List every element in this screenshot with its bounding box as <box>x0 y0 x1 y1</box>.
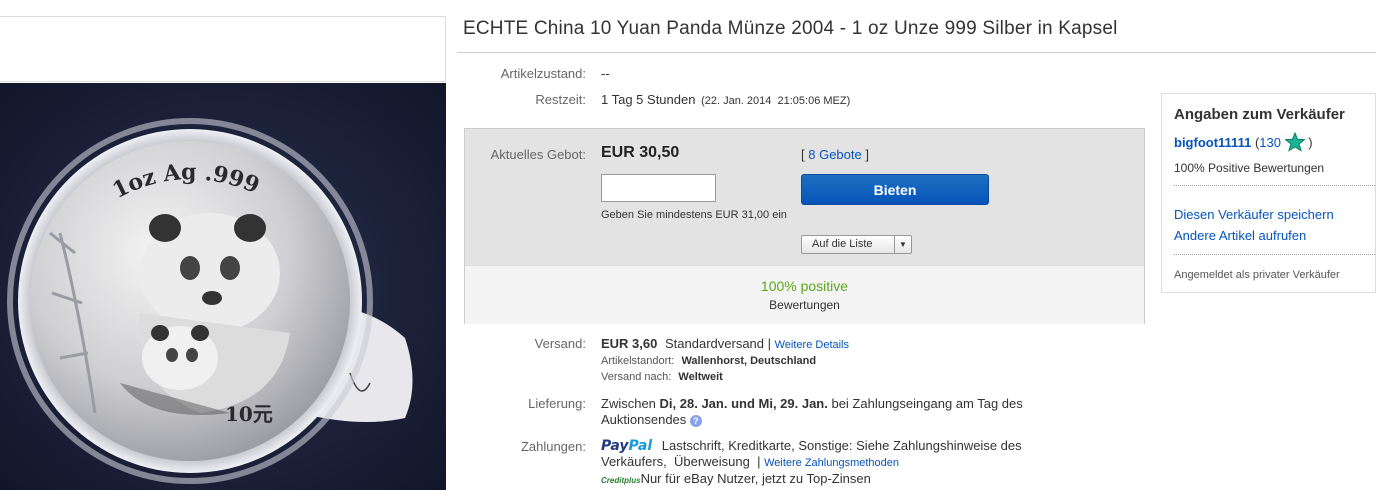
save-seller-link[interactable]: Diesen Verkäufer speichern <box>1174 207 1334 222</box>
other-items-link[interactable]: Andere Artikel aufrufen <box>1174 228 1306 243</box>
listing-title: ECHTE China 10 Yuan Panda Münze 2004 - 1… <box>463 18 1118 39</box>
delivery-line2: Auktionsendes <box>601 412 687 427</box>
condition-label: Artikelzustand: <box>500 66 586 81</box>
divider <box>1174 254 1376 255</box>
shipping-method: Standardversand | <box>665 336 771 351</box>
time-left-text: 1 Tag 5 Stunden <box>601 92 696 107</box>
shipping-details-link[interactable]: Weitere Details <box>775 339 849 351</box>
item-location: Artikelstandort: Wallenhorst, Deutschlan… <box>601 355 816 367</box>
seller-identity: bigfoot11111 (130 ) <box>1174 131 1313 155</box>
seller-feedback: 100% Positive Bewertungen <box>1174 161 1325 175</box>
bid-box: Aktuelles Gebot: EUR 30,50 [ 8 Gebote ] … <box>464 128 1145 324</box>
shipping-line: EUR 3,60 Standardversand | Weitere Detai… <box>601 336 849 351</box>
seller-name-link[interactable]: bigfoot11111 <box>1174 135 1251 150</box>
seller-panel: Angaben zum Verkäufer bigfoot11111 (130 … <box>1161 93 1376 293</box>
score-close: ) <box>1308 134 1313 150</box>
delivery-suffix: bei Zahlungseingang am Tag des <box>827 396 1023 411</box>
bids-count-link[interactable]: 8 Gebote <box>808 147 862 162</box>
watchlist-label: Auf die Liste <box>812 238 873 250</box>
thumbnail-strip <box>0 16 446 82</box>
delivery-label: Lieferung: <box>528 396 586 411</box>
more-payment-link[interactable]: Weitere Zahlungsmethoden <box>764 457 899 469</box>
chevron-down-icon[interactable]: ▼ <box>894 236 911 253</box>
location-label: Artikelstandort: <box>601 355 675 367</box>
time-left-value: 1 Tag 5 Stunden (22. Jan. 2014 21:05:06 … <box>601 92 850 107</box>
delivery-prefix: Zwischen <box>601 396 660 411</box>
end-time: (22. Jan. 2014 21:05:06 MEZ) <box>701 95 851 107</box>
payment-line2: Verkäufers, Überweisung | <box>601 454 761 469</box>
delivery-info: Zwischen Di, 28. Jan. und Mi, 29. Jan. b… <box>601 396 1081 428</box>
condition-value: -- <box>601 66 610 81</box>
ships-to-label: Versand nach: <box>601 371 672 383</box>
credit-text: Nur für eBay Nutzer, jetzt zu Top-Zinsen <box>640 471 871 486</box>
title-divider <box>457 52 1376 53</box>
shipping-price: EUR 3,60 <box>601 336 658 351</box>
ratings-label: Bewertungen <box>769 298 840 312</box>
divider <box>1174 185 1376 186</box>
bids-count: [ 8 Gebote ] <box>801 147 869 162</box>
paypal-logo: PayPal <box>601 438 653 454</box>
coin-value: 10元 <box>225 402 273 426</box>
feedback-score-link[interactable]: 130 <box>1259 135 1281 150</box>
seller-registration: Angemeldet als privater Verkäufer <box>1174 269 1340 281</box>
current-bid-label: Aktuelles Gebot: <box>490 147 586 162</box>
location-value: Wallenhorst, Deutschland <box>681 355 817 367</box>
feedback-summary: 100% positive Bewertungen <box>465 265 1144 324</box>
shipping-label: Versand: <box>534 336 586 351</box>
seller-heading: Angaben zum Verkäufer <box>1174 106 1345 123</box>
item-photo[interactable]: 1oz Ag .999 10元 <box>0 83 446 490</box>
bid-amount-input[interactable] <box>601 174 716 202</box>
bracket-open: [ <box>801 147 805 162</box>
watchlist-button[interactable]: Auf die Liste ▼ <box>801 235 912 254</box>
creditplus-logo: Creditplus <box>601 476 641 485</box>
min-bid-hint: Geben Sie mindestens EUR 31,00 ein <box>601 209 787 221</box>
positive-percent: 100% positive <box>760 278 849 294</box>
bracket-close: ] <box>865 147 869 162</box>
payment-methods: PayPal Lastschrift, Kreditkarte, Sonstig… <box>601 438 1081 489</box>
ships-to: Versand nach: Weltweit <box>601 371 723 383</box>
current-bid-value: EUR 30,50 <box>601 144 680 161</box>
time-left-label: Restzeit: <box>535 92 586 107</box>
info-icon[interactable]: ? <box>689 415 702 427</box>
star-icon <box>1283 131 1306 155</box>
payment-line1: Lastschrift, Kreditkarte, Sonstige: Sieh… <box>661 438 1022 453</box>
delivery-dates: Di, 28. Jan. und Mi, 29. Jan. <box>659 396 828 411</box>
ships-to-value: Weltweit <box>678 371 723 383</box>
bid-button[interactable]: Bieten <box>801 174 989 205</box>
payment-label: Zahlungen: <box>520 439 586 454</box>
